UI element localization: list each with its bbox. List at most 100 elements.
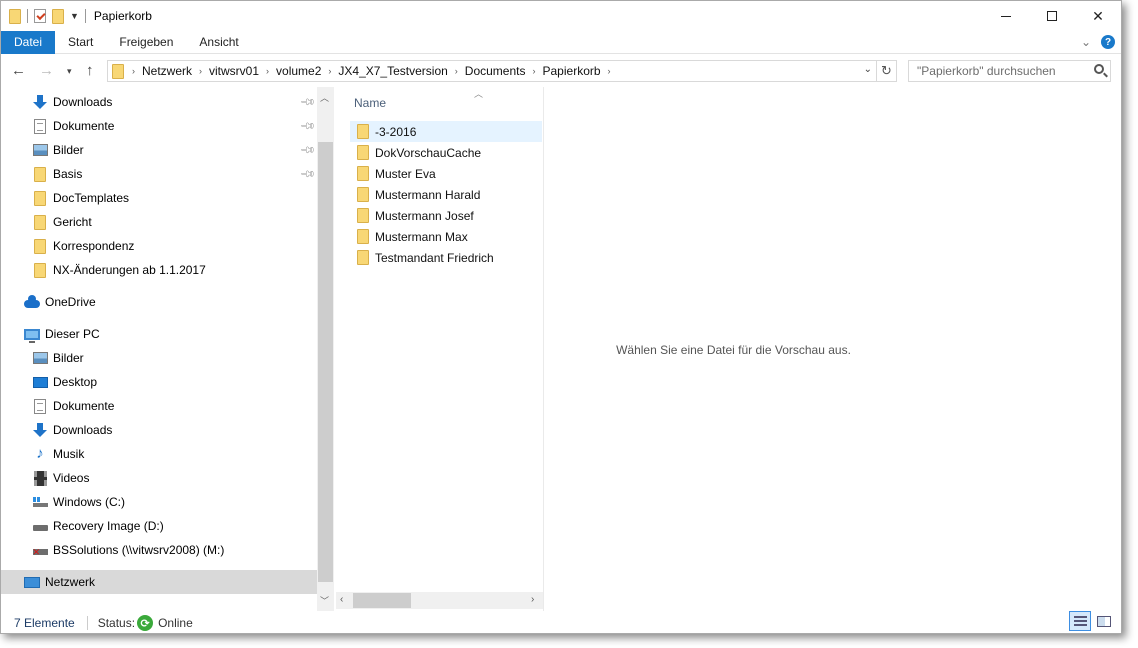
breadcrumb-papierkorb[interactable]: Papierkorb — [540, 64, 604, 78]
scroll-up-chevron-icon[interactable]: ︿ — [320, 91, 329, 104]
address-history-chevron-down-icon[interactable]: ⌄ — [864, 64, 872, 75]
chevron-right-icon[interactable]: › — [195, 66, 206, 76]
video-icon — [32, 470, 48, 486]
chevron-right-icon[interactable]: › — [604, 66, 615, 76]
maximize-button[interactable] — [1029, 1, 1075, 31]
file-row[interactable]: Mustermann Max — [350, 226, 542, 247]
large-icons-view-button[interactable] — [1093, 611, 1115, 631]
scroll-down-chevron-icon[interactable]: ﹀ — [320, 594, 329, 607]
pin-icon[interactable]: 📌︎ — [299, 118, 316, 135]
large-icons-view-icon — [1097, 615, 1111, 627]
folder-icon — [32, 214, 48, 230]
search-box — [908, 60, 1111, 82]
file-name: -3-2016 — [375, 124, 417, 139]
nav-item-nx-aenderungen[interactable]: NX-Änderungen ab 1.1.2017 — [1, 258, 317, 282]
nav-item-recovery-d[interactable]: Recovery Image (D:) — [1, 514, 317, 538]
nav-item-pc-dokumente[interactable]: Dokumente — [1, 394, 317, 418]
view-switcher — [1069, 611, 1115, 631]
nav-item-gericht[interactable]: Gericht — [1, 210, 317, 234]
expand-ribbon-chevron-down-icon[interactable]: ⌄ — [1081, 35, 1091, 49]
close-button[interactable]: ✕ — [1075, 1, 1121, 31]
chevron-right-icon[interactable]: › — [529, 66, 540, 76]
nav-item-pc-downloads[interactable]: Downloads — [1, 418, 317, 442]
tab-ansicht[interactable]: Ansicht — [186, 31, 251, 54]
nav-item-label: OneDrive — [45, 295, 96, 309]
nav-item-korrespondenz[interactable]: Korrespondenz — [1, 234, 317, 258]
nav-item-label: Musik — [53, 447, 85, 461]
nav-item-label: Basis — [53, 167, 83, 181]
chevron-right-icon[interactable]: › — [324, 66, 335, 76]
scroll-left-chevron-icon[interactable]: ‹ — [340, 594, 343, 605]
nav-item-label: Dieser PC — [45, 327, 100, 341]
nav-item-videos[interactable]: Videos — [1, 466, 317, 490]
nav-item-label: Videos — [53, 471, 90, 485]
pictures-icon — [32, 350, 48, 366]
scroll-right-chevron-icon[interactable]: › — [531, 594, 534, 605]
customize-toolbar-chevron-down-icon[interactable]: ▼ — [70, 11, 79, 21]
file-row[interactable]: Testmandant Friedrich — [350, 247, 542, 268]
recent-locations-chevron-down-icon[interactable]: ▾ — [67, 66, 72, 77]
breadcrumb-documents[interactable]: Documents — [462, 64, 529, 78]
maximize-icon — [1047, 11, 1057, 21]
windows-drive-icon — [32, 494, 48, 510]
nav-item-musik[interactable]: ♪ Musik — [1, 442, 317, 466]
column-header-name[interactable]: Name — [354, 96, 386, 110]
pin-icon[interactable]: 📌︎ — [299, 142, 316, 159]
chevron-right-icon[interactable]: › — [128, 66, 139, 76]
back-arrow-icon[interactable]: ← — [11, 62, 26, 79]
file-row[interactable]: Mustermann Harald — [350, 184, 542, 205]
nav-item-dieser-pc[interactable]: Dieser PC — [1, 322, 317, 346]
pin-icon[interactable]: 📌︎ — [299, 94, 316, 111]
file-row[interactable]: -3-2016 — [350, 121, 542, 142]
file-row[interactable]: Muster Eva — [350, 163, 542, 184]
search-input[interactable] — [917, 62, 1087, 80]
nav-pane-scrollbar[interactable]: ︿ ﹀ — [317, 87, 334, 611]
download-icon — [32, 422, 48, 438]
nav-item-doctemplates[interactable]: DocTemplates — [1, 186, 317, 210]
new-folder-icon[interactable] — [52, 8, 64, 24]
pin-icon[interactable]: 📌︎ — [299, 166, 316, 183]
file-row[interactable]: Mustermann Josef — [350, 205, 542, 226]
address-bar[interactable]: › Netzwerk › vitwsrv01 › volume2 › JX4_X… — [107, 60, 897, 82]
up-arrow-icon[interactable]: ↑ — [86, 62, 94, 79]
properties-icon[interactable] — [34, 9, 46, 23]
nav-item-label: BSSolutions (\\vitwsrv2008) (M:) — [53, 543, 225, 557]
forward-arrow-icon[interactable]: → — [39, 62, 54, 79]
navigation-pane: Downloads 📌︎ Dokumente 📌︎ Bilder 📌︎ Basi… — [1, 87, 334, 611]
nav-item-basis[interactable]: Basis 📌︎ — [1, 162, 317, 186]
nav-item-windows-c[interactable]: Windows (C:) — [1, 490, 317, 514]
nav-item-downloads[interactable]: Downloads 📌︎ — [1, 90, 317, 114]
details-view-button[interactable] — [1069, 611, 1091, 631]
nav-item-label: Recovery Image (D:) — [53, 519, 164, 533]
folder-icon — [357, 187, 369, 202]
nav-item-desktop[interactable]: Desktop — [1, 370, 317, 394]
nav-item-bssolutions-m[interactable]: BSSolutions (\\vitwsrv2008) (M:) — [1, 538, 317, 562]
refresh-icon[interactable]: ↻ — [876, 61, 896, 81]
file-row[interactable]: DokVorschauCache — [350, 142, 542, 163]
file-name: Mustermann Harald — [375, 187, 481, 202]
breadcrumb-netzwerk[interactable]: Netzwerk — [139, 64, 195, 78]
nav-item-dokumente[interactable]: Dokumente 📌︎ — [1, 114, 317, 138]
chevron-right-icon[interactable]: › — [262, 66, 273, 76]
tab-start[interactable]: Start — [55, 31, 106, 54]
search-icon[interactable] — [1094, 64, 1104, 74]
file-list-horizontal-scrollbar[interactable]: ‹ › — [336, 592, 543, 609]
nav-item-bilder[interactable]: Bilder 📌︎ — [1, 138, 317, 162]
help-icon[interactable]: ? — [1101, 35, 1115, 49]
tab-freigeben[interactable]: Freigeben — [106, 31, 186, 54]
minimize-button[interactable] — [983, 1, 1029, 31]
nav-item-pc-bilder[interactable]: Bilder — [1, 346, 317, 370]
divider — [84, 9, 86, 23]
chevron-right-icon[interactable]: › — [451, 66, 462, 76]
breadcrumb-volume2[interactable]: volume2 — [273, 64, 324, 78]
window-controls: ✕ — [983, 1, 1121, 31]
nav-item-netzwerk[interactable]: Netzwerk — [1, 570, 317, 594]
details-view-icon — [1073, 615, 1087, 627]
scrollbar-thumb[interactable] — [353, 593, 411, 608]
scrollbar-thumb[interactable] — [318, 142, 333, 582]
tab-datei[interactable]: Datei — [1, 30, 56, 54]
nav-item-onedrive[interactable]: OneDrive — [1, 290, 317, 314]
breadcrumb-vitwsrv01[interactable]: vitwsrv01 — [206, 64, 262, 78]
breadcrumb-jx4-x7-testversion[interactable]: JX4_X7_Testversion — [335, 64, 450, 78]
network-icon — [24, 574, 40, 590]
